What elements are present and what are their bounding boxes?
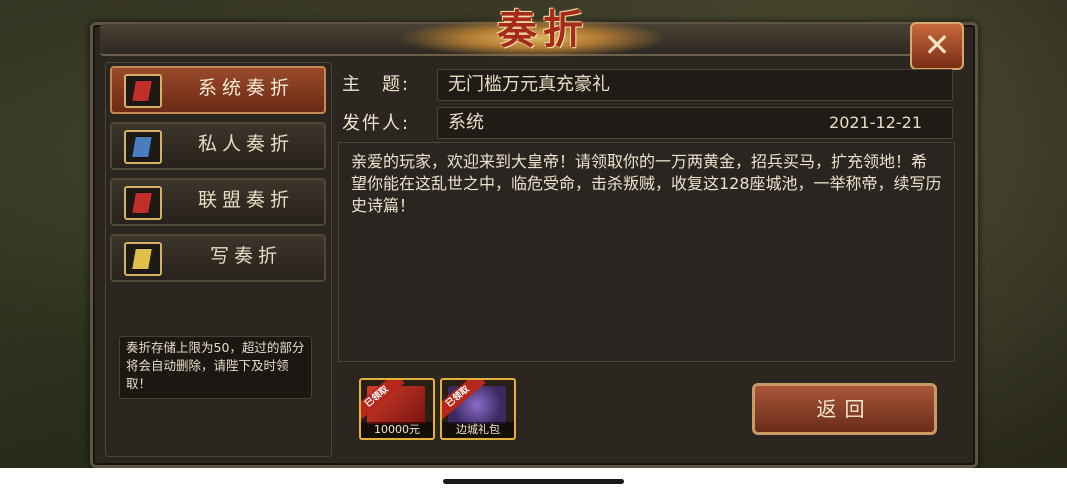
- message-body: 亲爱的玩家，欢迎来到大皇帝！请领取你的一万两黄金，招兵买马，扩充领地！希望你能在…: [338, 142, 955, 362]
- tab-label: 私人奏折: [197, 133, 294, 155]
- subject-field: 无门槛万元真充豪礼: [437, 69, 953, 101]
- tab-system-memorial[interactable]: 系统奏折: [110, 66, 326, 114]
- sender-value: 系统: [448, 112, 484, 133]
- blue-memorial-icon: [124, 130, 162, 164]
- attachment-caption: 10000元: [361, 422, 433, 438]
- tab-label: 系统奏折: [197, 77, 294, 99]
- subject-label: 主 题:: [342, 74, 411, 95]
- home-indicator[interactable]: [443, 479, 624, 484]
- tab-label: 联盟奏折: [197, 189, 294, 211]
- tab-write-memorial[interactable]: 写奏折: [110, 234, 326, 282]
- attachment-gift-pack[interactable]: 已领取 边城礼包: [440, 378, 516, 440]
- tab-private-memorial[interactable]: 私人奏折: [110, 122, 326, 170]
- tab-alliance-memorial[interactable]: 联盟奏折: [110, 178, 326, 226]
- red-memorial-icon: [124, 74, 162, 108]
- sender-field: 系统 2021-12-21: [437, 107, 953, 139]
- tab-label: 写奏折: [209, 245, 282, 267]
- window-title: 奏折: [497, 6, 589, 53]
- sender-label: 发件人:: [342, 113, 411, 134]
- red-memorial-icon: [124, 186, 162, 220]
- attachment-gold[interactable]: 已领取 10000元: [359, 378, 435, 440]
- message-date: 2021-12-21: [829, 113, 922, 132]
- close-icon: ✕: [923, 26, 951, 64]
- storage-notice: 奏折存储上限为50，超过的部分将会自动删除，请陛下及时领取！: [119, 336, 312, 399]
- close-button[interactable]: ✕: [910, 22, 964, 70]
- subject-value: 无门槛万元真充豪礼: [448, 74, 610, 95]
- attachment-caption: 边城礼包: [442, 422, 514, 438]
- yellow-memorial-icon: [124, 242, 162, 276]
- return-button[interactable]: 返回: [752, 383, 937, 435]
